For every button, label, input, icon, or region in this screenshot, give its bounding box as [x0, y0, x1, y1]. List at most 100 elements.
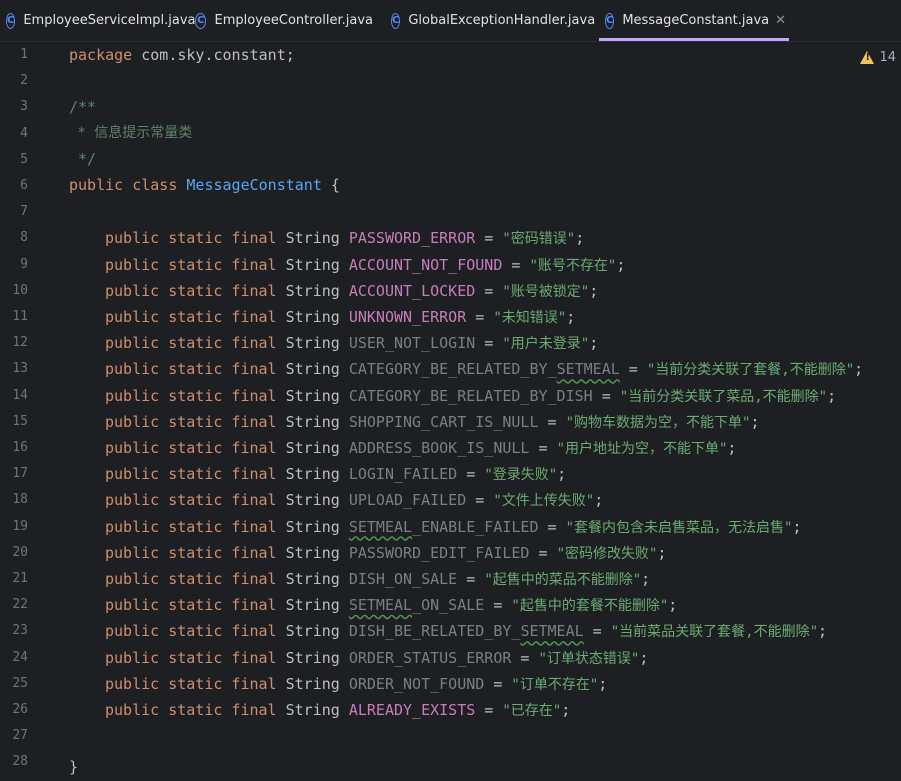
constant-declaration: public static final String SETMEAL_ON_SA…	[105, 596, 678, 615]
line-number: 25	[12, 675, 28, 691]
warning-icon	[860, 51, 875, 64]
constant-name[interactable]: ACCOUNT_LOCKED	[349, 282, 475, 300]
modifiers: public static final	[105, 465, 277, 484]
constant-declaration: public static final String ORDER_STATUS_…	[105, 648, 649, 667]
line-number: 23	[12, 623, 28, 639]
string-literal: "购物车数据为空，不能下单"	[565, 414, 751, 431]
constant-name[interactable]: CATEGORY_BE_RELATED_BY_SETMEAL	[349, 360, 620, 378]
line-number: 1	[20, 47, 28, 62]
constant-declaration: public static final String UNKNOWN_ERROR…	[105, 308, 576, 326]
constant-declaration: public static final String ACCOUNT_NOT_F…	[105, 255, 626, 274]
line-number: 19	[12, 518, 28, 534]
constant-declaration: public static final String ACCOUNT_LOCKE…	[105, 281, 599, 300]
constant-declaration: public static final String UPLOAD_FAILED…	[105, 491, 604, 510]
constant-declaration: public static final String ORDER_NOT_FOU…	[105, 674, 608, 693]
line-number: 28	[12, 754, 28, 770]
tab-message-constant[interactable]: C MessageConstant.java ✕	[599, 0, 789, 41]
type-name: String	[285, 386, 340, 405]
modifiers: public static final	[105, 386, 277, 405]
line-number: 6	[20, 178, 28, 193]
type-name: String	[285, 517, 340, 536]
line-number: 7	[20, 204, 28, 220]
line-number: 21	[12, 571, 28, 586]
modifiers: public static final	[105, 622, 277, 641]
type-name: String	[285, 596, 340, 615]
java-class-icon: C	[6, 12, 16, 29]
string-literal: "用户未登录"	[502, 336, 590, 353]
constant-name[interactable]: CATEGORY_BE_RELATED_BY_DISH	[349, 387, 593, 405]
type-name: String	[285, 412, 340, 431]
string-literal: "订单不存在"	[511, 676, 599, 693]
inspection-widget[interactable]: 14	[860, 50, 896, 65]
constant-name[interactable]: PASSWORD_EDIT_FAILED	[349, 544, 530, 562]
modifiers: public static final	[105, 281, 277, 300]
string-literal: "密码修改失败"	[556, 545, 658, 562]
string-literal: "账号不存在"	[529, 257, 617, 274]
constant-declaration: public static final String ADDRESS_BOOK_…	[105, 439, 737, 457]
modifiers: public static final	[105, 334, 277, 353]
java-class-icon: C	[195, 12, 207, 29]
package-keyword: package	[69, 46, 133, 64]
modifiers: public static final	[105, 308, 277, 326]
line-number: 5	[20, 151, 28, 167]
line-number: 15	[12, 413, 28, 429]
code-editor[interactable]: 14 1234567891011121314151617181920212223…	[0, 42, 901, 781]
constant-declaration: public static final String DISH_BE_RELAT…	[105, 622, 828, 641]
line-number: 27	[12, 728, 28, 744]
modifiers: public static final	[105, 491, 277, 510]
constant-name[interactable]: SETMEAL_ENABLE_FAILED	[349, 518, 539, 536]
close-icon[interactable]: ✕	[775, 13, 786, 28]
doc-comment-open: /**	[69, 98, 97, 116]
string-literal: "起售中的菜品不能删除"	[484, 572, 642, 588]
line-number: 11	[12, 309, 28, 324]
tab-label: MessageConstant.java	[622, 13, 770, 28]
line-number: 3	[20, 99, 28, 115]
constant-name[interactable]: SETMEAL_ON_SALE	[349, 596, 484, 614]
constant-name[interactable]: UNKNOWN_ERROR	[349, 308, 466, 326]
constant-name[interactable]: SHOPPING_CART_IS_NULL	[349, 413, 539, 431]
constant-name[interactable]: ALREADY_EXISTS	[349, 701, 475, 719]
string-literal: "起售中的套餐不能删除"	[511, 598, 669, 615]
constant-name[interactable]: ADDRESS_BOOK_IS_NULL	[349, 439, 530, 457]
string-literal: "登录失败"	[484, 467, 558, 484]
string-literal: "当前菜品关联了套餐,不能删除"	[610, 624, 819, 641]
tab-label: GlobalExceptionHandler.java	[408, 13, 596, 28]
string-literal: "当前分类关联了菜品,不能删除"	[619, 388, 828, 405]
constant-name[interactable]: ORDER_STATUS_ERROR	[349, 649, 512, 667]
modifiers: public static final	[105, 570, 277, 588]
constant-name[interactable]: UPLOAD_FAILED	[349, 491, 466, 509]
tab-label: EmployeeController.java	[214, 13, 373, 28]
constant-name[interactable]: PASSWORD_ERROR	[349, 229, 475, 247]
constant-name[interactable]: ACCOUNT_NOT_FOUND	[349, 256, 503, 274]
line-number: 2	[20, 73, 28, 89]
line-number: 20	[12, 544, 28, 560]
type-name: String	[285, 334, 340, 353]
tab-employee-service-impl[interactable]: C EmployeeServiceImpl.java	[0, 0, 196, 41]
java-class-icon: C	[605, 12, 615, 29]
class-declaration: public class MessageConstant {	[69, 172, 340, 198]
modifiers: public static final	[105, 360, 277, 379]
line-number: 26	[12, 702, 28, 717]
line-number: 13	[12, 361, 28, 377]
tab-global-exception-handler[interactable]: C GlobalExceptionHandler.java	[385, 0, 599, 41]
constant-name[interactable]: DISH_BE_RELATED_BY_SETMEAL	[349, 622, 584, 640]
type-name: String	[285, 360, 340, 379]
tab-employee-controller[interactable]: C EmployeeController.java	[189, 0, 385, 41]
modifiers: public static final	[105, 701, 277, 719]
constant-declaration: public static final String CATEGORY_BE_R…	[105, 360, 864, 379]
package-name: com.sky.constant;	[132, 46, 295, 64]
modifiers: public static final	[105, 255, 277, 274]
string-literal: "订单状态错误"	[538, 650, 640, 667]
line-number: 14	[12, 387, 28, 403]
type-name: String	[285, 648, 340, 667]
modifiers: public static final	[105, 674, 277, 693]
type-name: String	[285, 465, 340, 484]
code-line-package: package com.sky.constant;	[69, 42, 295, 68]
constant-declaration: public static final String CATEGORY_BE_R…	[105, 386, 837, 405]
modifiers: public static final	[105, 648, 277, 667]
constant-name[interactable]: DISH_ON_SALE	[349, 570, 457, 588]
constant-name[interactable]: LOGIN_FAILED	[349, 465, 457, 483]
constant-name[interactable]: ORDER_NOT_FOUND	[349, 675, 484, 693]
constant-declaration: public static final String LOGIN_FAILED …	[105, 465, 567, 484]
constant-name[interactable]: USER_NOT_LOGIN	[349, 334, 475, 352]
